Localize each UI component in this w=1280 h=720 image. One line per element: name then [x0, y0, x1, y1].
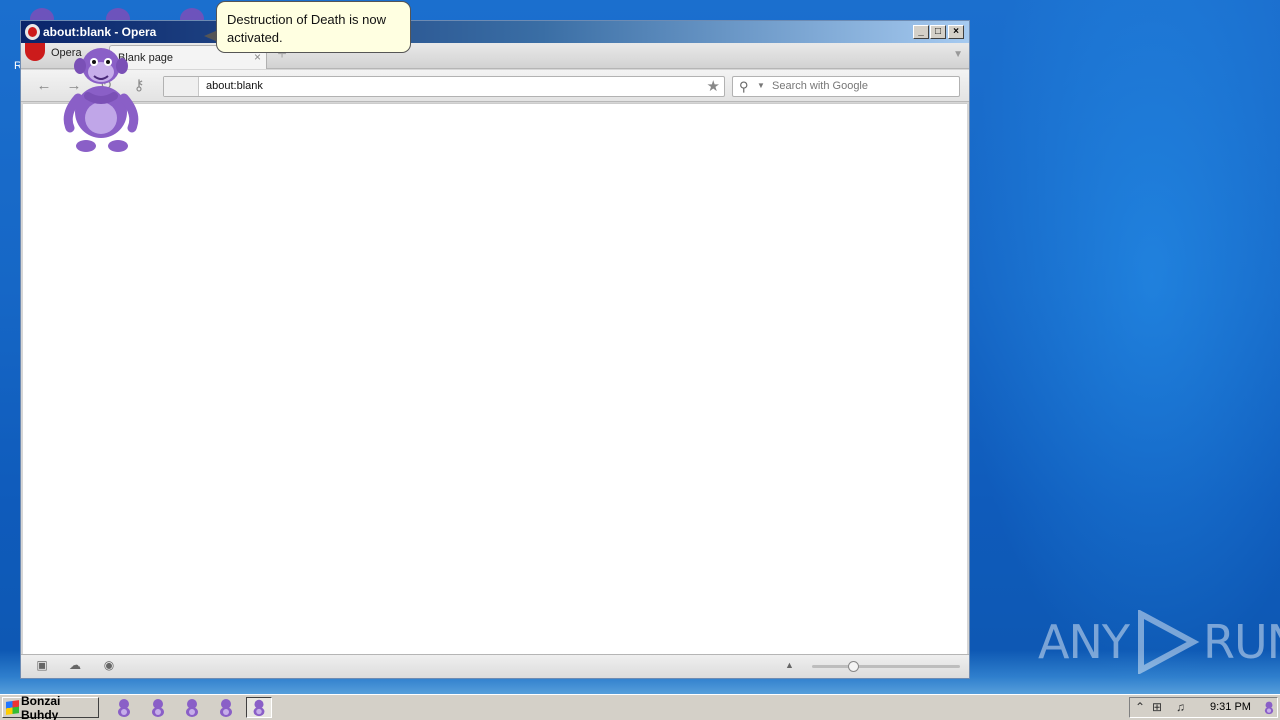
tab-bar: Opera Blank page × + ▼: [21, 43, 969, 69]
address-security-badge[interactable]: [164, 77, 199, 96]
taskbar-item[interactable]: [111, 697, 137, 718]
watermark-play-icon: [1137, 610, 1200, 674]
bonzi-buddy-character[interactable]: [58, 40, 144, 154]
system-tray: ⌃ ⊞ ♫ 9:31 PM: [1129, 697, 1278, 718]
start-button[interactable]: Bonzai Buhdy: [2, 693, 99, 720]
bonzi-buddy-icon: [118, 699, 130, 717]
maximize-button[interactable]: □: [930, 25, 946, 39]
bonzi-buddy-icon: [253, 699, 265, 717]
taskbar-item[interactable]: [145, 697, 171, 718]
network-icon[interactable]: ⊞: [1152, 700, 1162, 714]
taskbar-item[interactable]: [179, 697, 205, 718]
start-button-label: Bonzai Buhdy: [21, 693, 61, 720]
taskbar-item[interactable]: [213, 697, 239, 718]
taskbar-item-active[interactable]: [246, 697, 272, 718]
close-button[interactable]: ×: [948, 25, 964, 39]
panel-toggle-icon[interactable]: ▣: [35, 659, 49, 672]
taskbar: Bonzai Buhdy ⌃ ⊞ ♫ 9:31 PM: [0, 694, 1280, 720]
opera-logo-icon: [25, 43, 45, 61]
opera-logo-icon: [25, 24, 40, 40]
opera-window: about:blank - Opera _ □ × Opera Blank pa…: [20, 20, 970, 679]
bonzi-buddy-icon: [186, 699, 198, 717]
show-hidden-icons-icon[interactable]: ⌃: [1135, 700, 1145, 714]
search-icon: ⚲: [739, 79, 749, 94]
address-input[interactable]: about:blank: [206, 80, 263, 92]
window-title: about:blank - Opera: [43, 25, 157, 39]
tab-menu-chevron-icon[interactable]: ▼: [953, 49, 963, 60]
search-field[interactable]: ⚲ ▼ Search with Google: [732, 76, 960, 97]
window-titlebar[interactable]: about:blank - Opera _ □ ×: [21, 21, 969, 43]
speech-balloon-text: Destruction of Death is now activated.: [227, 12, 386, 45]
opera-unite-cloud-icon[interactable]: ☁: [68, 659, 82, 672]
bonzi-buddy-icon: [152, 699, 164, 717]
search-input[interactable]: Search with Google: [772, 80, 868, 92]
volume-icon[interactable]: ♫: [1176, 700, 1185, 714]
windows-logo-icon: [6, 700, 19, 715]
speech-balloon: Destruction of Death is now activated.: [216, 1, 411, 53]
zoom-slider[interactable]: [812, 661, 960, 672]
watermark-left: ANY: [1038, 615, 1130, 669]
zoom-slider-thumb[interactable]: [848, 661, 859, 672]
navigation-toolbar: ← → ↻ ⚷ about:blank ★ ⚲ ▼ Search with Go…: [21, 70, 969, 102]
turbo-icon[interactable]: ◉: [102, 659, 116, 672]
bookmark-star-icon[interactable]: ★: [707, 77, 720, 95]
bonzi-buddy-icon: [220, 699, 232, 717]
address-bar[interactable]: about:blank ★: [163, 76, 725, 97]
anyrun-watermark: ANY RUN: [1038, 610, 1280, 674]
bonzi-buddy-tray-icon[interactable]: [1260, 698, 1278, 717]
minimize-button[interactable]: _: [913, 25, 929, 39]
back-arrow-icon[interactable]: ←: [34, 77, 54, 95]
clock[interactable]: 9:31 PM: [1210, 701, 1251, 713]
desktop-background-glow: [960, 0, 1280, 690]
search-engine-dropdown-icon[interactable]: ▼: [757, 81, 765, 90]
watermark-right: RUN: [1202, 615, 1280, 669]
zoom-up-icon[interactable]: ▲: [785, 660, 794, 670]
page-content[interactable]: [23, 103, 967, 654]
status-bar: ▣ ☁ ◉ ▲: [21, 654, 969, 678]
